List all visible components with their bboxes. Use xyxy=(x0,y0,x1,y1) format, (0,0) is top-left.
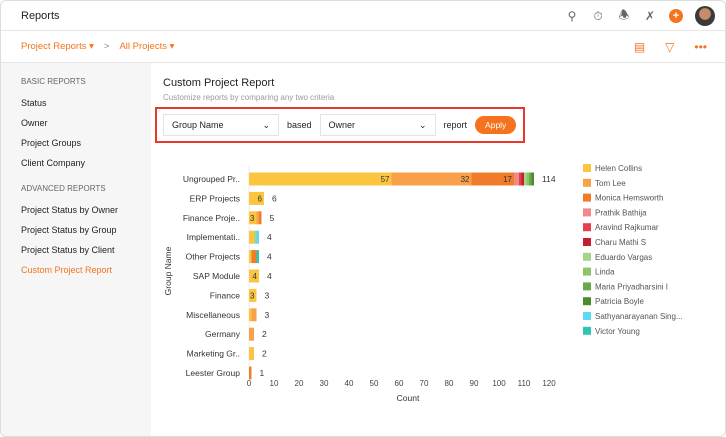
x-tick-label: 20 xyxy=(295,379,304,388)
legend-label[interactable]: Patricia Boyle xyxy=(595,297,644,306)
y-tick-label: Finance Proje.. xyxy=(183,213,240,223)
bar-segment[interactable] xyxy=(249,250,252,264)
legend-swatch[interactable] xyxy=(583,282,591,291)
bar-segment[interactable] xyxy=(249,366,252,380)
y-tick-label: Implementati.. xyxy=(187,232,240,242)
bar-total-label: 3 xyxy=(265,290,270,300)
chart: 0 10 20 30 40 50 60 70 80 90 100 110 120 Count Group N… xyxy=(163,164,683,403)
bar-total-label: 5 xyxy=(270,213,275,223)
bar-segment[interactable] xyxy=(526,172,530,186)
y-tick-label: Other Projects xyxy=(186,252,240,262)
bar-segment[interactable] xyxy=(249,172,392,186)
bar-total-label: 2 xyxy=(262,329,267,339)
legend-label[interactable]: Eduardo Vargas xyxy=(595,253,652,262)
x-tick-label: 0 xyxy=(247,379,252,388)
bar-data-label: 3 xyxy=(250,214,255,223)
bar-segment[interactable] xyxy=(249,308,252,322)
bar-segment[interactable] xyxy=(391,172,472,186)
x-tick-label: 70 xyxy=(420,379,429,388)
x-tick-label: 80 xyxy=(445,379,454,388)
bar-segment[interactable] xyxy=(521,172,525,186)
x-tick-label: 30 xyxy=(320,379,329,388)
x-tick-label: 100 xyxy=(492,379,506,388)
x-tick-label: 60 xyxy=(395,379,404,388)
legend-label[interactable]: Tom Lee xyxy=(595,179,626,188)
bar-data-label: 6 xyxy=(258,194,263,203)
legend-label[interactable]: Aravind Rajkumar xyxy=(595,223,659,232)
bar-segment[interactable] xyxy=(254,230,257,244)
legend-swatch[interactable] xyxy=(583,326,591,335)
bar-segment[interactable] xyxy=(249,327,254,341)
bar-segment[interactable] xyxy=(256,250,260,264)
bar-segment[interactable] xyxy=(249,230,254,244)
bar-segment[interactable] xyxy=(524,172,527,186)
y-tick-label: SAP Module xyxy=(193,271,240,281)
y-tick-label: Finance xyxy=(210,290,241,300)
x-tick-label: 40 xyxy=(345,379,354,388)
x-tick-label: 120 xyxy=(542,379,556,388)
x-tick-label: 10 xyxy=(270,379,279,388)
legend-swatch[interactable] xyxy=(583,178,591,187)
legend-label[interactable]: Linda xyxy=(595,268,615,277)
legend-label[interactable]: Monica Hemsworth xyxy=(595,194,663,203)
legend-swatch[interactable] xyxy=(583,223,591,232)
y-tick-label: Leester Group xyxy=(186,368,241,378)
bar-data-label: 32 xyxy=(461,175,470,184)
legend-swatch[interactable] xyxy=(583,267,591,276)
legend-label[interactable]: Victor Young xyxy=(595,327,640,336)
bar-segment[interactable] xyxy=(251,308,257,322)
y-tick-label: Miscellaneous xyxy=(186,310,240,320)
bar-total-label: 4 xyxy=(267,271,272,281)
bar-segment[interactable] xyxy=(519,172,522,186)
y-tick-label: Marketing Gr.. xyxy=(187,349,240,359)
bar-total-label: 4 xyxy=(267,232,272,242)
legend-swatch[interactable] xyxy=(583,164,591,172)
bar-segment[interactable] xyxy=(249,347,254,361)
bar-segment[interactable] xyxy=(531,172,535,186)
legend-swatch[interactable] xyxy=(583,193,591,202)
bar-segment[interactable] xyxy=(256,230,260,244)
legend-swatch[interactable] xyxy=(583,208,591,217)
bar-total-label: 6 xyxy=(272,193,277,203)
bar-data-label: 4 xyxy=(253,272,258,281)
x-tick-label: 90 xyxy=(470,379,479,388)
y-tick-label: Germany xyxy=(205,329,241,339)
x-tick-label: 50 xyxy=(370,379,379,388)
legend-swatch[interactable] xyxy=(583,252,591,261)
x-axis-label: Count xyxy=(397,393,420,403)
bar-total-label: 114 xyxy=(542,174,556,184)
bar-total-label: 2 xyxy=(262,349,267,359)
legend-label[interactable]: Maria Priyadharsini I xyxy=(595,282,668,291)
bar-total-label: 3 xyxy=(265,310,270,320)
bar-data-label: 17 xyxy=(503,175,512,184)
bar-data-label: 57 xyxy=(381,175,390,184)
app-window: Reports ⚲ ⏱ 🕭 ✗ + Project Reports ▾ > Al… xyxy=(0,0,726,437)
bar-segment[interactable] xyxy=(529,172,532,186)
legend-label[interactable]: Sathyanarayanan Sing... xyxy=(595,312,683,321)
x-tick-label: 110 xyxy=(518,379,531,388)
legend-swatch[interactable] xyxy=(583,297,591,306)
bar-data-label: 3 xyxy=(250,291,255,300)
bar-total-label: 4 xyxy=(267,252,272,262)
bar-segment[interactable] xyxy=(514,172,519,186)
y-tick-label: Ungrouped Pr.. xyxy=(183,174,240,184)
legend-swatch[interactable] xyxy=(583,238,591,246)
legend-label[interactable]: Charu Mathi S xyxy=(595,238,646,247)
y-axis-label: Group Name xyxy=(163,246,173,295)
bar-segment[interactable] xyxy=(251,250,257,264)
legend-label[interactable]: Prathik Bathija xyxy=(595,208,647,217)
bar-segment[interactable] xyxy=(259,211,262,225)
bar-segment[interactable] xyxy=(256,211,260,225)
y-tick-label: ERP Projects xyxy=(190,193,240,203)
legend-label[interactable]: Helen Collins xyxy=(595,164,642,173)
legend-swatch[interactable] xyxy=(583,312,591,320)
bar-total-label: 1 xyxy=(260,368,265,378)
